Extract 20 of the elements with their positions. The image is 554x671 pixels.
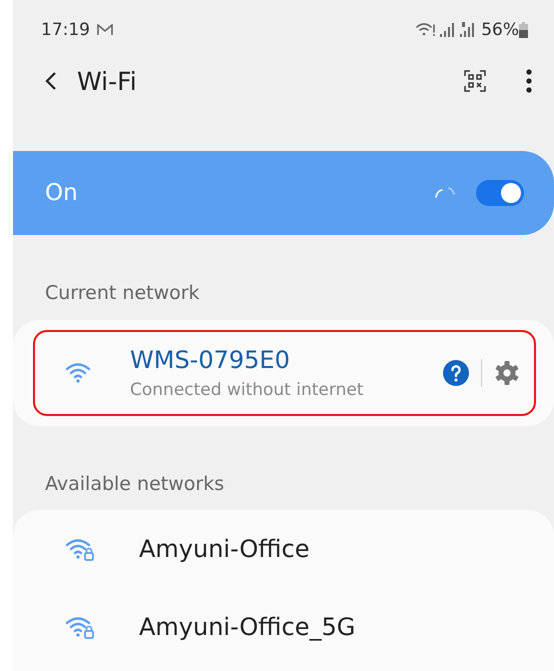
back-icon[interactable] <box>45 71 57 91</box>
wifi-signal-icon <box>416 22 436 38</box>
battery-icon <box>519 22 528 38</box>
network-name: WMS-0795E0 <box>130 346 291 374</box>
more-options-icon[interactable] <box>526 69 532 93</box>
connection-status: Connected without internet <box>130 380 364 400</box>
wifi-toggle[interactable] <box>476 180 524 206</box>
settings-icon[interactable] <box>494 360 520 386</box>
qr-code-icon[interactable] <box>464 70 486 92</box>
section-heading: Available networks <box>44 472 226 497</box>
network-name[interactable]: Amyuni-Office_5G <box>139 613 356 641</box>
screen-title: Wi-Fi <box>77 66 138 96</box>
switch-label: On <box>45 180 79 206</box>
battery-percent: 56% <box>481 22 519 38</box>
highlight-frame[interactable]: WMS-0795E0 Connected without internet <box>33 330 536 416</box>
help-icon[interactable] <box>443 360 469 386</box>
mail-icon <box>97 24 113 36</box>
network-name[interactable]: Amyuni-Office <box>139 535 310 563</box>
section-heading: Current network <box>44 281 201 306</box>
status-time: 17:19 <box>41 22 90 38</box>
